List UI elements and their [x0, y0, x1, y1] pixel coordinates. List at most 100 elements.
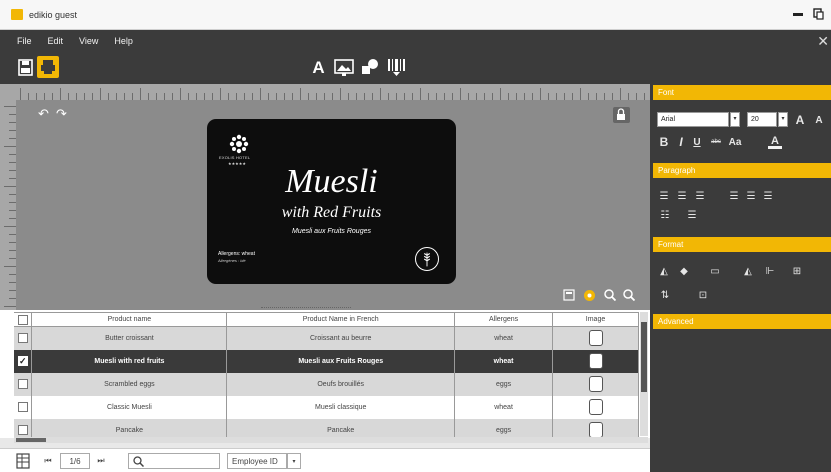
undo-icon[interactable]: ↶ [38, 106, 49, 122]
fit-page-icon[interactable] [562, 287, 576, 303]
font-family-dropdown-icon[interactable]: ▾ [730, 112, 740, 127]
close-panel-icon[interactable]: ✕ [817, 33, 829, 50]
work-area[interactable]: ↶ ↷ EXOLIS HOTEL ★★★★★ Muesli with Red F… [16, 100, 650, 310]
cell-allergens[interactable]: eggs [454, 372, 554, 396]
strikethrough-icon[interactable]: abc [708, 135, 724, 149]
cell-product-name[interactable]: Scrambled eggs [31, 372, 228, 396]
table-icon[interactable] [16, 453, 30, 469]
menu-edit[interactable]: Edit [48, 36, 64, 46]
table-row[interactable]: Butter croissant Croissant au beurre wheat [14, 326, 639, 350]
col-allergens[interactable]: Allergens [454, 312, 554, 327]
cell-product-name-french[interactable]: Croissant au beurre [226, 326, 456, 350]
restore-button[interactable] [813, 8, 824, 20]
image-tool-icon[interactable] [334, 59, 354, 76]
font-size-select[interactable]: 20 [747, 112, 777, 127]
col-product-name[interactable]: Product name [31, 312, 228, 327]
font-family-select[interactable]: Arial [657, 112, 729, 127]
row-checkbox[interactable] [17, 425, 28, 435]
align-bottom-icon[interactable]: ☰ [694, 190, 706, 202]
horizontal-scroll-thumb[interactable] [16, 438, 46, 442]
cell-allergens[interactable]: wheat [454, 395, 554, 419]
product-label[interactable]: EXOLIS HOTEL ★★★★★ Muesli with Red Fruit… [207, 119, 456, 284]
flip-icon[interactable]: ◭ [741, 265, 755, 277]
col-image[interactable]: Image [552, 312, 639, 327]
line-spacing-icon[interactable]: ☷ [658, 209, 672, 221]
search-input[interactable] [128, 453, 220, 469]
table-row[interactable]: Classic Muesli Muesli classique wheat [14, 395, 639, 419]
select-all-cell[interactable] [14, 312, 33, 327]
zoom-in-icon[interactable] [603, 287, 617, 303]
zoom-out-icon[interactable] [622, 287, 636, 303]
font-grow-icon[interactable]: A [793, 112, 807, 127]
justify-icon[interactable]: ☰ [686, 209, 698, 221]
cell-allergens[interactable]: wheat [454, 326, 554, 350]
table-row[interactable]: Scrambled eggs Oeufs brouillés eggs [14, 372, 639, 396]
cell-image[interactable] [552, 372, 639, 396]
print-button[interactable] [37, 56, 59, 78]
cell-allergens[interactable]: wheat [454, 349, 554, 373]
group-icon[interactable]: ⊞ [790, 265, 804, 277]
row-checkbox[interactable] [17, 379, 28, 389]
minimize-button[interactable] [793, 13, 803, 16]
cell-product-name-french[interactable]: Oeufs brouillés [226, 372, 456, 396]
align-top-icon[interactable]: ☰ [658, 190, 670, 202]
save-icon[interactable] [18, 59, 33, 76]
row-checkbox[interactable] [17, 333, 28, 344]
arrange-icon[interactable]: ⊡ [696, 289, 710, 301]
col-product-name-french[interactable]: Product Name in French [226, 312, 456, 327]
cell-image[interactable] [552, 349, 639, 373]
row-select-cell[interactable] [14, 326, 33, 350]
align-center-icon[interactable]: ☰ [745, 190, 757, 202]
italic-icon[interactable]: I [675, 135, 687, 149]
fill-color-icon[interactable]: ◭ [658, 265, 670, 277]
align-left-icon[interactable]: ☰ [728, 190, 740, 202]
align-middle-icon[interactable]: ☰ [676, 190, 688, 202]
last-page-icon[interactable]: ⏭ [93, 453, 109, 469]
lock-button[interactable] [613, 107, 630, 123]
shape-tool-icon[interactable] [360, 58, 380, 76]
row-checkbox[interactable]: ✓ [17, 356, 28, 366]
row-select-cell[interactable] [14, 372, 33, 396]
menu-view[interactable]: View [79, 36, 98, 46]
advanced-section-header[interactable]: Advanced [653, 314, 831, 329]
change-case-icon[interactable]: Aa [727, 135, 743, 149]
vertical-scroll-thumb[interactable] [641, 322, 647, 392]
align-right-icon[interactable]: ☰ [762, 190, 774, 202]
cell-product-name-french[interactable]: Muesli aux Fruits Rouges [226, 349, 456, 373]
first-page-icon[interactable]: ⏮ [40, 453, 56, 469]
table-row[interactable]: ✓ Muesli with red fruits Muesli aux Fruits… [14, 349, 639, 373]
barcode-tool-icon[interactable] [387, 58, 406, 76]
row-select-cell[interactable] [14, 395, 33, 419]
redo-icon[interactable]: ↷ [56, 106, 67, 122]
splitter-handle[interactable] [261, 307, 351, 309]
cell-product-name[interactable]: Classic Muesli [31, 395, 228, 419]
zoom-reset-icon[interactable] [582, 287, 596, 303]
underline-icon[interactable]: U [691, 135, 703, 149]
font-color-icon[interactable]: A [768, 135, 782, 149]
text-tool-icon[interactable]: A [310, 57, 327, 79]
border-icon[interactable]: ▭ [708, 265, 722, 277]
page-indicator[interactable]: 1/6 [60, 453, 90, 469]
paragraph-section-header[interactable]: Paragraph [653, 163, 831, 178]
font-section-header[interactable]: Font [653, 85, 831, 100]
menu-help[interactable]: Help [114, 36, 133, 46]
cell-product-name[interactable]: Butter croissant [31, 326, 228, 350]
bold-icon[interactable]: B [658, 135, 670, 149]
horizontal-scrollbar[interactable] [14, 437, 648, 443]
row-checkbox[interactable] [17, 402, 28, 412]
cell-image[interactable] [552, 395, 639, 419]
layer-order-icon[interactable]: ⇅ [658, 289, 672, 301]
cell-product-name[interactable]: Muesli with red fruits [31, 349, 228, 373]
menu-file[interactable]: File [17, 36, 32, 46]
font-shrink-icon[interactable]: A [813, 113, 825, 128]
row-select-cell[interactable]: ✓ [14, 349, 33, 373]
align-objects-icon[interactable]: ⊩ [763, 265, 777, 277]
cell-image[interactable] [552, 326, 639, 350]
shape-fill-icon[interactable]: ◆ [678, 265, 690, 277]
format-section-header[interactable]: Format [653, 237, 831, 252]
font-size-dropdown-icon[interactable]: ▾ [778, 112, 788, 127]
search-field-select[interactable]: Employee ID [227, 453, 287, 469]
select-all-checkbox[interactable] [17, 314, 28, 325]
cell-product-name-french[interactable]: Muesli classique [226, 395, 456, 419]
search-field-dropdown-icon[interactable]: ▾ [287, 453, 301, 469]
